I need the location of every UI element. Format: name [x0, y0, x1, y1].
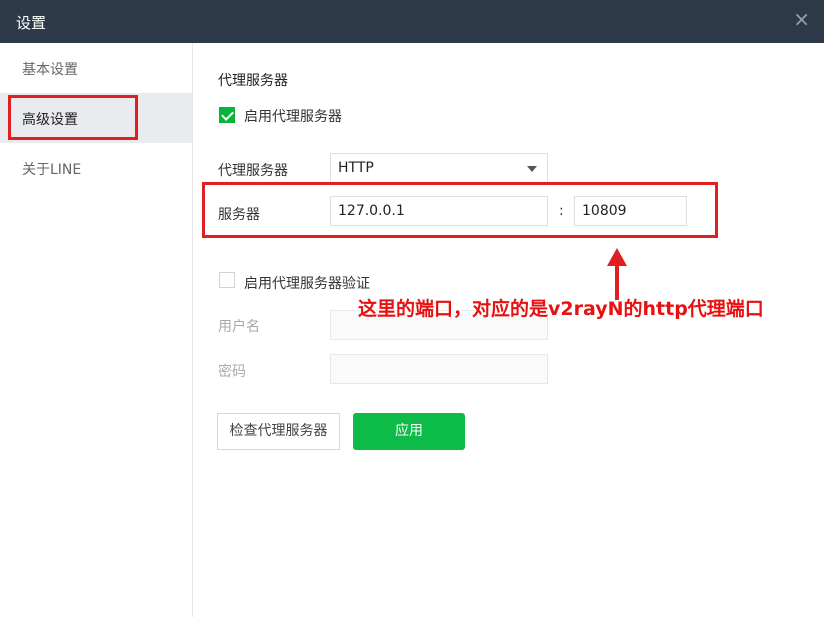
window-title: 设置: [16, 14, 47, 32]
enable-proxy-auth-label[interactable]: 启用代理服务器验证: [244, 273, 370, 293]
proxy-type-value: HTTP: [338, 160, 374, 176]
apply-button[interactable]: 应用: [353, 413, 465, 450]
annotation-note: 这里的端口，对应的是v2rayN的http代理端口: [358, 298, 764, 320]
enable-proxy-label[interactable]: 启用代理服务器: [244, 106, 342, 126]
enable-proxy-checkbox[interactable]: [219, 107, 235, 123]
highlight-box-server-row: [202, 182, 718, 238]
settings-content: 代理服务器 启用代理服务器 代理服务器 HTTP 服务器 127.0.0.1 :…: [193, 43, 824, 617]
enable-proxy-auth-checkbox[interactable]: [219, 272, 235, 288]
sidebar-item-about-line[interactable]: 关于LINE: [0, 143, 192, 193]
username-label: 用户名: [218, 319, 260, 335]
proxy-type-select[interactable]: HTTP: [330, 153, 548, 183]
password-label: 密码: [218, 364, 246, 380]
sidebar-item-label: 关于LINE: [22, 162, 82, 178]
highlight-box-advanced-settings: [8, 95, 138, 140]
section-title: 代理服务器: [218, 73, 288, 89]
sidebar-item-basic-settings[interactable]: 基本设置: [0, 43, 192, 93]
password-input[interactable]: [330, 354, 548, 384]
check-proxy-button[interactable]: 检查代理服务器: [217, 413, 340, 450]
chevron-down-icon: [527, 166, 537, 172]
title-bar: 设置 ×: [0, 0, 824, 43]
close-icon[interactable]: ×: [793, 9, 810, 29]
proxy-type-label: 代理服务器: [218, 163, 288, 179]
sidebar-item-label: 基本设置: [22, 62, 78, 78]
